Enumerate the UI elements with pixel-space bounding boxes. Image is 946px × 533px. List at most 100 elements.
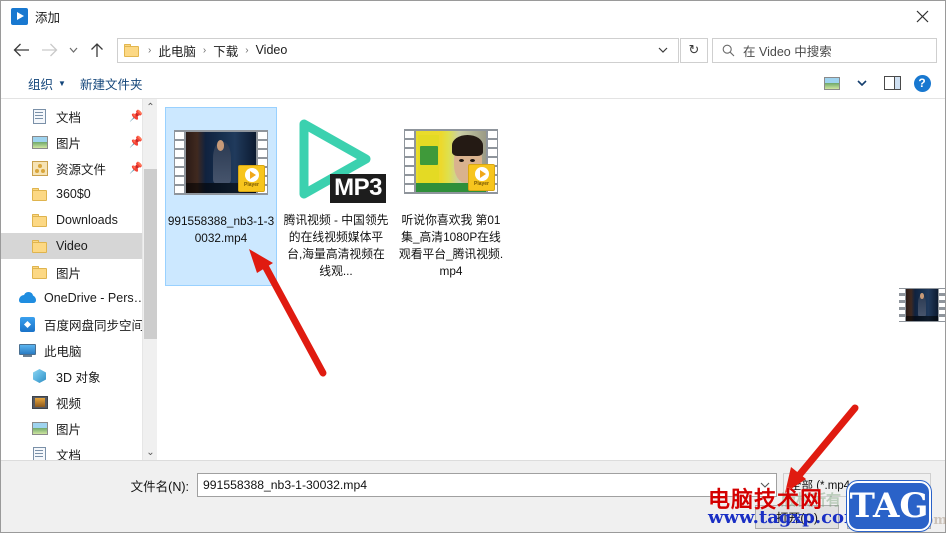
sidebar-item-label: 图片 [56,136,82,151]
folder-icon [31,212,49,228]
sidebar-item-label: 图片 [56,266,82,281]
chevron-down-icon[interactable] [760,480,776,490]
pin-icon[interactable]: 📌 [129,162,143,175]
scroll-down-icon[interactable]: ⌄ [143,444,157,460]
sidebar-item-7[interactable]: OneDrive - Pers… [1,285,157,311]
sidebar-item-9[interactable]: 此电脑 [1,337,157,363]
sidebar-item-3[interactable]: 360$0 [1,181,157,207]
scroll-up-icon[interactable]: ⌃ [143,99,157,115]
sidebar-item-13[interactable]: 文档 [1,441,157,460]
sidebar-item-5[interactable]: Video [1,233,157,259]
file-open-dialog: 添加 › 此电脑 › 下载 › Video ↻ 在 Video 中搜索 组织 ▼… [0,0,946,533]
pin-icon[interactable]: 📌 [129,136,143,149]
breadcrumb-item-2[interactable]: Video [254,43,290,57]
file-item-2[interactable]: Player 听说你喜欢我 第01集_高清1080P在线观看平台_腾讯视频.mp… [395,107,507,286]
player-badge-text: Player [473,181,489,187]
sidebar-item-label: 资源文件 [56,162,107,177]
address-bar[interactable]: › 此电脑 › 下载 › Video [117,37,679,63]
close-button[interactable] [899,1,945,32]
sidebar-item-12[interactable]: 图片 [1,415,157,441]
picture-icon [31,420,49,436]
breadcrumb-separator: › [148,44,152,56]
address-dropdown-button[interactable] [650,45,676,56]
filetype-dropdown[interactable]: 全部 (*.mp4;*.avi;*.mkv;*.rmv [783,473,931,497]
open-button[interactable]: 打开(O) [755,505,839,529]
sidebar-item-label: 此电脑 [44,344,82,359]
sidebar-item-label: Downloads [56,213,118,227]
forward-button[interactable] [35,36,63,64]
sidebar-item-2[interactable]: 资源文件 📌 [1,155,157,181]
chevron-down-icon: ▼ [58,78,66,88]
folder-icon [124,43,139,57]
sidebar-item-8[interactable]: 百度网盘同步空间 [1,311,157,337]
mp3-badge-text: MP3 [330,174,386,203]
document-icon [31,108,49,124]
folder-icon [31,186,49,202]
breadcrumb-item-0[interactable]: 此电脑 [156,41,198,60]
preview-pane-button[interactable] [877,71,907,95]
view-layout-icon [824,76,840,90]
sidebar-item-4[interactable]: Downloads [1,207,157,233]
filmstrip-frame: Player [174,129,268,195]
search-icon [722,44,735,57]
search-input[interactable]: 在 Video 中搜索 [712,37,937,63]
file-thumbnail: Player [399,111,503,211]
filetype-value: 全部 (*.mp4;*.avi;*.mkv;*.rmv [790,480,916,492]
sidebar-item-10[interactable]: 3D 对象 [1,363,157,389]
dialog-footer: 文件名(N): 991558388_nb3-1-30032.mp4 全部 (*.… [1,460,945,532]
sidebar-scrollbar[interactable]: ⌃ ⌄ [142,99,157,460]
breadcrumb-item-1[interactable]: 下载 [211,41,240,60]
breadcrumb-separator: › [202,44,207,56]
up-button[interactable] [83,36,111,64]
sidebar-item-label: Video [56,239,88,253]
sidebar-item-0[interactable]: 文档 📌 [1,103,157,129]
chevron-down-icon[interactable] [916,480,926,490]
organize-label: 组织 [28,77,54,92]
sidebar-item-1[interactable]: 图片 📌 [1,129,157,155]
help-icon: ? [913,74,931,92]
title-bar: 添加 [1,1,945,32]
view-options-button[interactable] [817,71,847,95]
file-name-label: 腾讯视频 - 中国领先的在线视频媒体平台,海量高清视频在线观... [283,213,389,278]
sidebar-item-label: 视频 [56,396,82,411]
sidebar-item-11[interactable]: 视频 [1,389,157,415]
filename-input[interactable]: 991558388_nb3-1-30032.mp4 [197,473,777,497]
filename-label: 文件名(N): [130,479,189,494]
dialog-body: 文档 📌 图片 📌 资源文件 📌 360$0 Downloads Video 图片 OneDrive… [1,99,945,460]
view-dropdown-button[interactable] [847,71,877,95]
organize-button[interactable]: 组织 ▼ [21,71,73,96]
sidebar-item-label: 文档 [56,110,82,125]
recent-locations-button[interactable] [63,36,83,64]
arrow-up-icon [91,42,103,57]
cancel-button[interactable]: 取消 [847,505,931,529]
new-folder-button[interactable]: 新建文件夹 [73,71,150,96]
file-name-label: 听说你喜欢我 第01集_高清1080P在线观看平台_腾讯视频.mp4 [398,213,504,278]
sidebar-item-6[interactable]: 图片 [1,259,157,285]
search-placeholder: 在 Video 中搜索 [743,44,832,59]
sidebar-item-label: 文档 [56,448,82,461]
file-list[interactable]: Player 991558388_nb3-1-30032.mp4 MP3 腾讯视… [157,99,945,460]
mp3-play-icon: MP3 [286,111,386,211]
file-item-1[interactable]: MP3 腾讯视频 - 中国领先的在线视频媒体平台,海量高清视频在线观... [280,107,392,286]
back-button[interactable] [7,36,35,64]
file-thumbnail: MP3 [284,111,388,211]
player-badge-text: Player [243,182,259,188]
scrollbar-thumb[interactable] [144,169,157,339]
chevron-down-icon [857,80,867,86]
pin-icon[interactable]: 📌 [129,110,143,123]
command-bar: 组织 ▼ 新建文件夹 ? [1,68,945,99]
preview-pane-icon [883,76,901,90]
file-item-0[interactable]: Player 991558388_nb3-1-30032.mp4 [165,107,277,286]
sidebar-item-label: OneDrive - Pers… [44,291,147,305]
help-button[interactable]: ? [907,71,937,95]
file-thumbnail: Player [169,112,273,212]
refresh-button[interactable]: ↻ [680,37,708,63]
sidebar-item-label: 3D 对象 [56,370,101,385]
new-folder-label: 新建文件夹 [79,77,143,92]
close-icon [916,10,928,22]
chevron-down-icon [69,47,77,53]
resource-folder-icon [31,160,49,176]
app-play-icon [11,7,28,25]
player-badge-icon: Player [238,164,265,192]
filename-value: 991558388_nb3-1-30032.mp4 [203,478,367,492]
